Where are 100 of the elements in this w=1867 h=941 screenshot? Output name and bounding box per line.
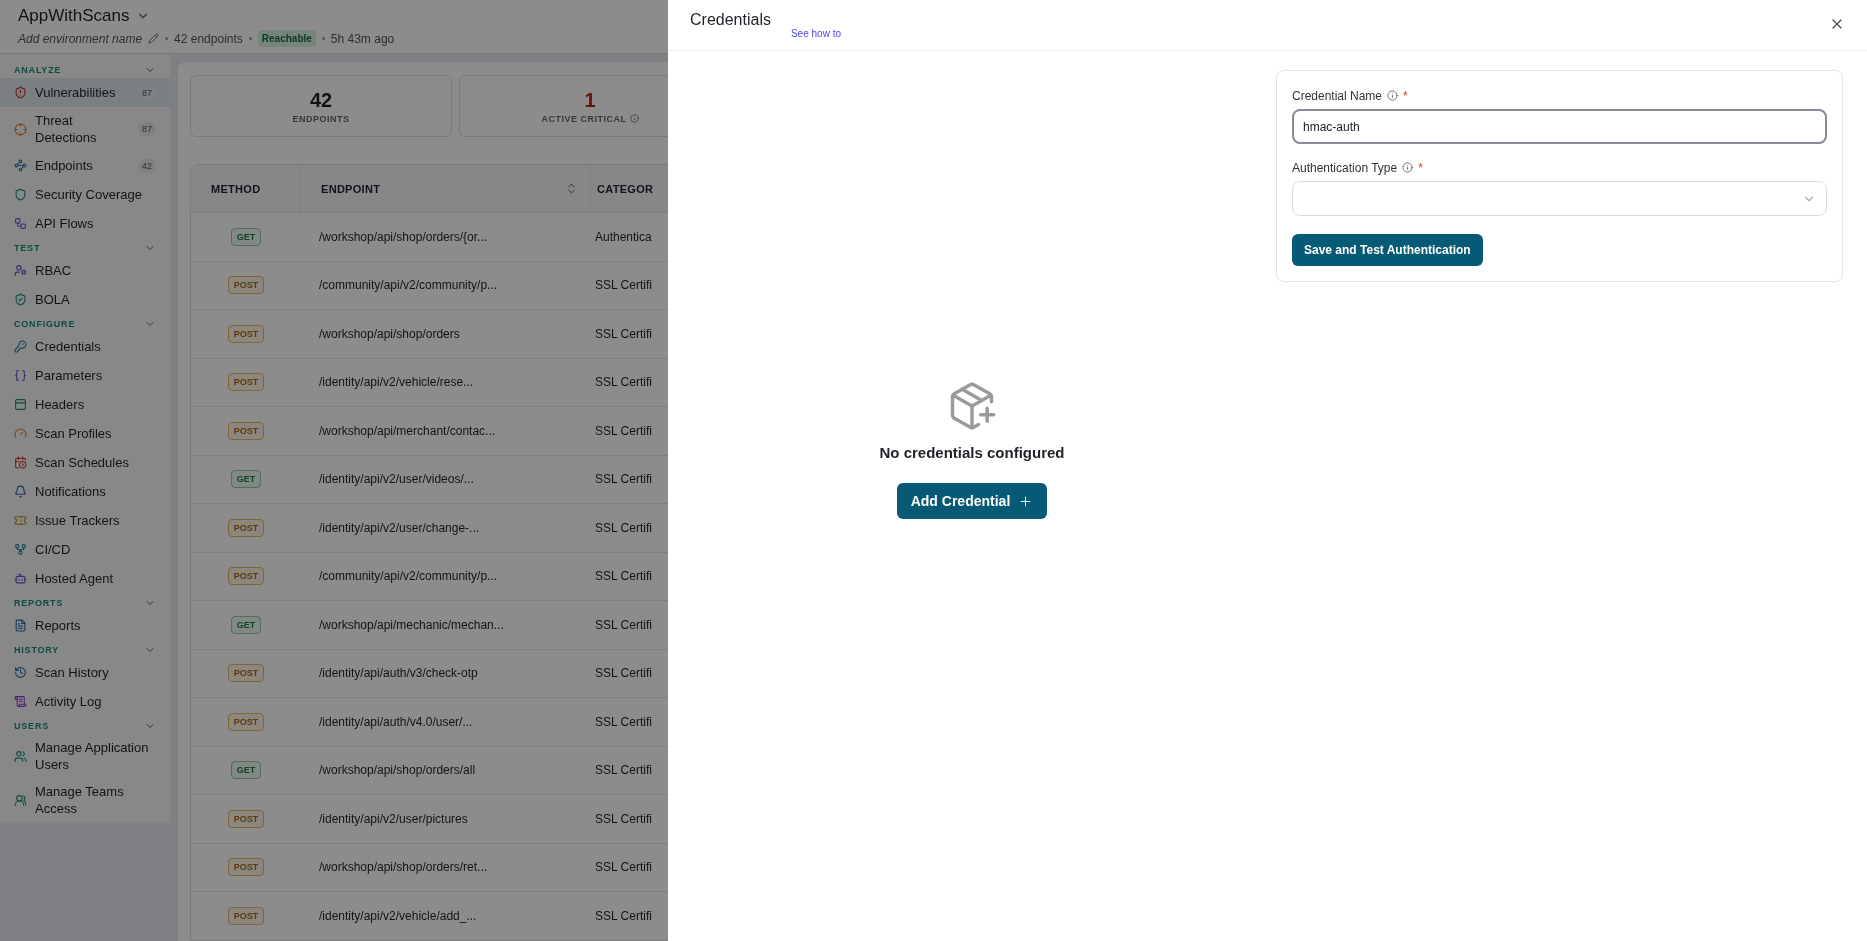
method-badge: POST bbox=[227, 664, 265, 683]
column-header: ENDPOINT bbox=[301, 165, 591, 212]
nodes-icon bbox=[14, 159, 27, 172]
environment-name[interactable]: Add environment name bbox=[18, 31, 143, 46]
sidebar-item[interactable]: Scan Profiles bbox=[0, 419, 170, 448]
endpoint-cell-text: /identity/api/v2/user/pictures bbox=[318, 811, 469, 826]
endpoint-cell-text: /identity/api/v2/vehicle/add_... bbox=[318, 908, 478, 923]
category-cell-text: SSL Certifi bbox=[594, 908, 653, 923]
count-badge: 42 bbox=[138, 158, 156, 173]
backdrop[interactable] bbox=[0, 0, 668, 941]
method-badge: GET bbox=[230, 470, 262, 489]
shield-check-icon bbox=[14, 293, 27, 306]
category-cell-text: SSL Certifi bbox=[594, 423, 653, 438]
add-credential-button[interactable]: Add Credential bbox=[896, 483, 1048, 519]
plus-icon bbox=[1018, 493, 1034, 509]
separator-dot bbox=[248, 37, 252, 40]
separator-dot bbox=[321, 37, 325, 40]
select-field[interactable] bbox=[1292, 181, 1827, 216]
user-gear-icon bbox=[14, 264, 27, 277]
endpoint-cell-text: /community/api/v2/community/p... bbox=[318, 278, 499, 293]
document-icon bbox=[14, 619, 27, 632]
last-scan-time: 5h 43m ago bbox=[330, 31, 395, 46]
sidebar-item[interactable]: Manage Teams Access bbox=[0, 778, 170, 822]
drawer-title: Credentials bbox=[690, 11, 771, 29]
sidebar-item[interactable]: Hosted Agent bbox=[0, 564, 170, 593]
endpoint-cell-text: /identity/api/v2/user/change-... bbox=[318, 520, 481, 535]
field-label: Authentication Type bbox=[1292, 161, 1414, 175]
bell-icon bbox=[14, 485, 27, 498]
method-badge: POST bbox=[227, 421, 265, 440]
sidebar-item[interactable]: Manage Application Users bbox=[0, 734, 170, 778]
method-badge: POST bbox=[227, 567, 265, 586]
endpoint-cell-text: /workshop/api/shop/orders bbox=[318, 326, 461, 341]
category-cell-text: SSL Certifi bbox=[594, 326, 653, 341]
info-icon bbox=[629, 114, 639, 123]
flow-icon bbox=[14, 217, 27, 230]
category-cell-text: SSL Certifi bbox=[594, 520, 653, 535]
sidebar-item[interactable]: Security Coverage bbox=[0, 180, 170, 209]
stat-label: ACTIVE CRITICAL bbox=[541, 113, 639, 124]
stat-value: 1 bbox=[584, 88, 596, 112]
sidebar-item[interactable]: Threat Detections 87 bbox=[0, 107, 170, 151]
sidebar-item[interactable]: Issue Trackers bbox=[0, 506, 170, 535]
stat-value: 42 bbox=[309, 88, 333, 112]
section-label: REPORTS bbox=[14, 598, 64, 608]
section-label: TEST bbox=[14, 243, 41, 253]
method-badge: POST bbox=[227, 858, 265, 877]
section-label: ANALYZE bbox=[14, 65, 62, 75]
sidebar-item[interactable]: Credentials bbox=[0, 332, 170, 361]
endpoint-cell-text: /identity/api/auth/v3/check-otp bbox=[318, 666, 479, 681]
method-badge: GET bbox=[230, 761, 262, 780]
method-badge: POST bbox=[227, 809, 265, 828]
category-cell-text: SSL Certifi bbox=[594, 375, 653, 390]
sidebar-item[interactable]: Notifications bbox=[0, 477, 170, 506]
category-cell-text: SSL Certifi bbox=[594, 811, 653, 826]
pencil-icon[interactable] bbox=[148, 33, 160, 44]
sidebar-item[interactable]: Activity Log bbox=[0, 687, 170, 716]
panel-icon bbox=[14, 398, 27, 411]
sidebar-item[interactable]: Vulnerabilities 87 bbox=[0, 78, 170, 107]
category-cell-text: SSL Certifi bbox=[594, 714, 653, 729]
sidebar-item[interactable]: Endpoints 42 bbox=[0, 151, 170, 180]
scroll-icon bbox=[14, 695, 27, 708]
sidebar-item[interactable]: Reports bbox=[0, 611, 170, 640]
shield-icon bbox=[14, 188, 27, 201]
category-cell-text: SSL Certifi bbox=[594, 569, 653, 584]
endpoint-cell-text: /identity/api/v2/user/videos/... bbox=[318, 472, 475, 487]
sidebar-item[interactable]: RBAC bbox=[0, 256, 170, 285]
help-link[interactable]: See how to bbox=[790, 28, 841, 39]
method-badge: POST bbox=[227, 518, 265, 537]
calendar-clock-icon bbox=[14, 456, 27, 469]
sidebar-item[interactable]: API Flows bbox=[0, 209, 170, 238]
category-cell-text: SSL Certifi bbox=[594, 278, 653, 293]
users-icon bbox=[14, 793, 27, 807]
braces-icon bbox=[14, 369, 27, 382]
sort-icon[interactable] bbox=[565, 182, 578, 195]
column-header: METHOD bbox=[191, 165, 301, 212]
endpoint-cell-text: /workshop/api/merchant/contac... bbox=[318, 423, 497, 438]
category-cell-text: SSL Certifi bbox=[594, 860, 653, 875]
method-badge: GET bbox=[230, 615, 262, 634]
endpoint-cell-text: /identity/api/v2/vehicle/rese... bbox=[318, 375, 475, 390]
shield-alert-icon bbox=[14, 86, 27, 99]
sidebar-item[interactable]: Parameters bbox=[0, 361, 170, 390]
sidebar-item[interactable]: BOLA bbox=[0, 285, 170, 314]
method-badge: POST bbox=[227, 276, 265, 295]
section-label: USERS bbox=[14, 721, 49, 731]
sidebar-item[interactable]: Scan History bbox=[0, 658, 170, 687]
input-field[interactable]: hmac-auth bbox=[1292, 109, 1827, 144]
column-header: CATEGOR bbox=[596, 181, 655, 197]
key-icon bbox=[14, 340, 27, 353]
separator-dot bbox=[165, 37, 169, 40]
sidebar-item[interactable]: CI/CD bbox=[0, 535, 170, 564]
info-icon bbox=[1387, 90, 1399, 101]
endpoint-cell-text: /identity/api/auth/v4.0/user/... bbox=[318, 714, 474, 729]
history-icon bbox=[14, 666, 27, 679]
endpoint-cell-text: /community/api/v2/community/p... bbox=[318, 569, 499, 584]
save-test-button[interactable]: Save and Test Authentication bbox=[1292, 234, 1483, 266]
sidebar-item[interactable]: Headers bbox=[0, 390, 170, 419]
info-icon bbox=[1402, 162, 1414, 173]
sidebar-item[interactable]: Scan Schedules bbox=[0, 448, 170, 477]
branch-icon bbox=[14, 543, 27, 556]
crosshair-icon bbox=[14, 122, 27, 136]
category-cell-text: SSL Certifi bbox=[594, 617, 653, 632]
